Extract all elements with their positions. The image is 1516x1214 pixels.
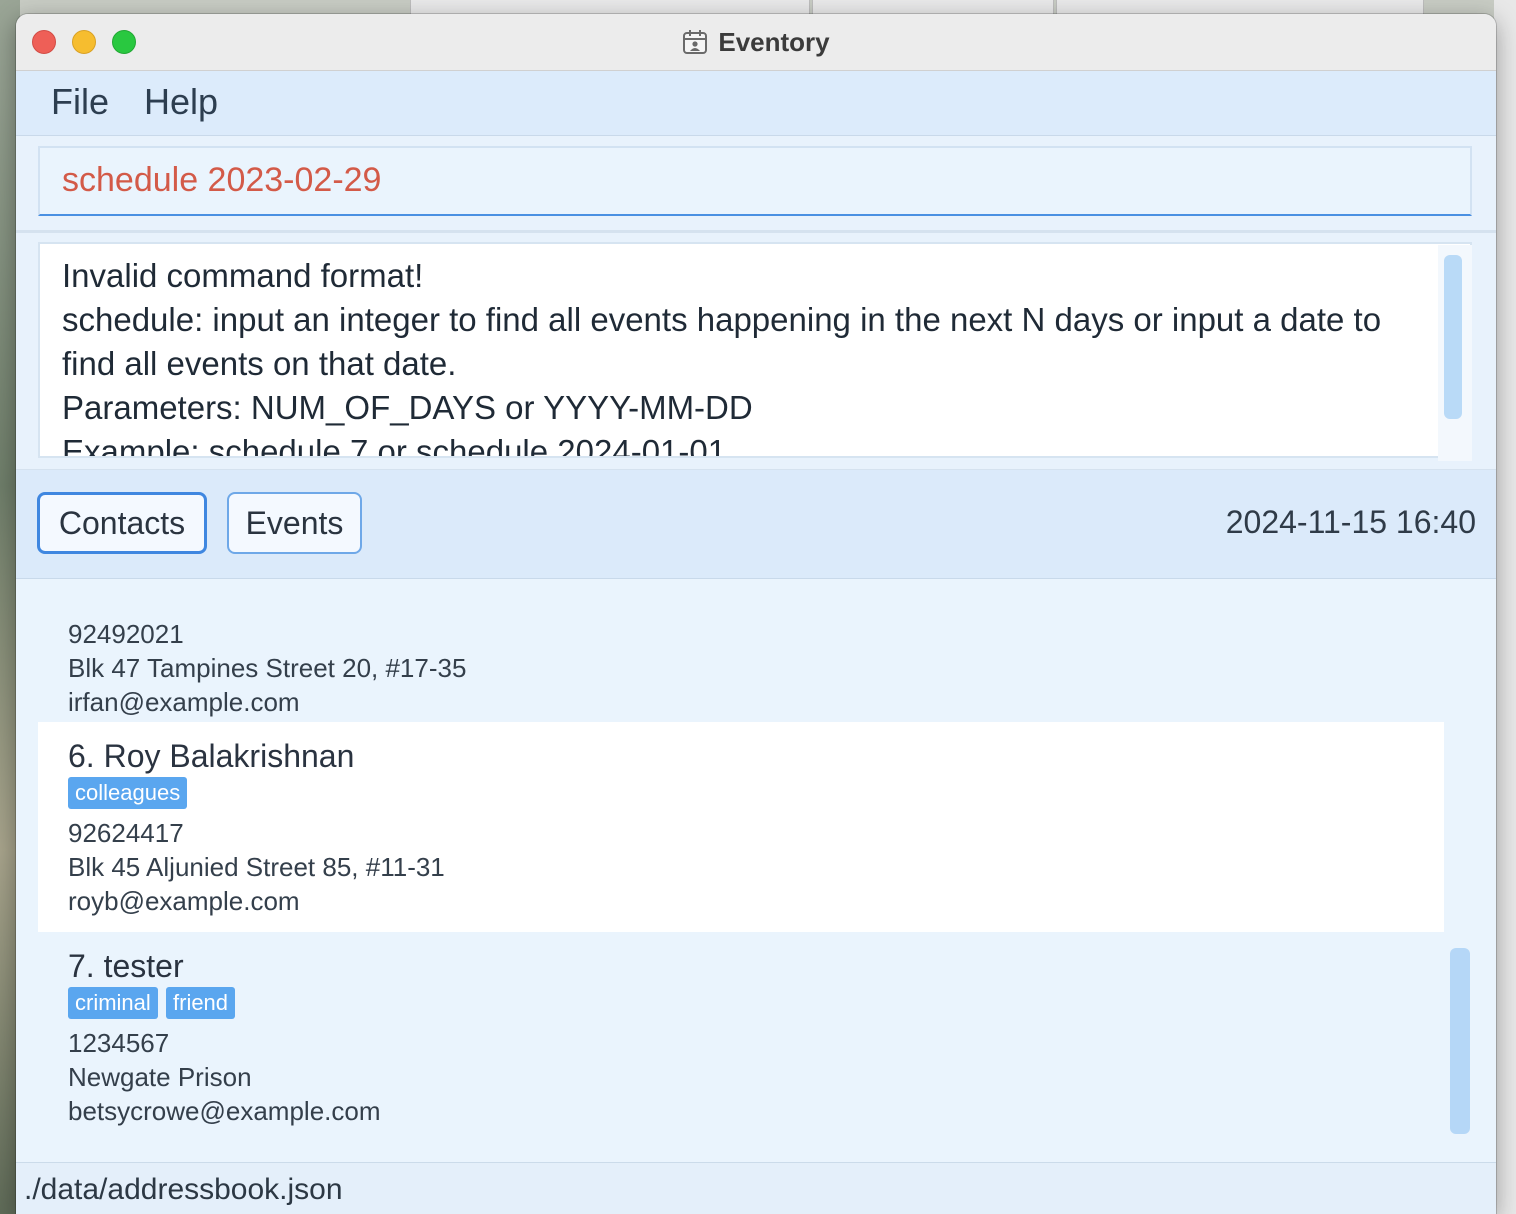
contact-phone: 92492021 [68,619,184,649]
background-window-tab [812,0,1054,15]
contact-email: betsycrowe@example.com [68,1096,381,1126]
contact-list-scrollbar[interactable] [1450,948,1470,1134]
contact-phone: 1234567 [68,1028,170,1058]
contact-name: 6. Roy Balakrishnan [68,738,355,774]
tab-contacts[interactable]: Contacts [37,492,207,554]
contact-address: Newgate Prison [68,1062,252,1092]
tab-events[interactable]: Events [227,492,362,554]
background-window-tab [1056,0,1424,15]
contact-card[interactable]: 92492021 Blk 47 Tampines Street 20, #17-… [38,579,1444,722]
current-datetime: 2024-11-15 16:40 [1225,504,1476,540]
result-line: Example: schedule 7 or schedule 2024-01-… [62,433,727,458]
result-line: schedule: input an integer to find all e… [62,301,1382,382]
app-window: Eventory File Help schedule 2023-02-29 I… [16,14,1496,1214]
menu-file[interactable]: File [51,81,109,123]
contact-tag: criminal [68,987,158,1019]
window-title: Eventory [718,26,830,57]
data-file-path: ./data/addressbook.json [24,1173,343,1206]
background-window-tab [410,0,810,15]
result-line: Invalid command format! [62,257,424,294]
contact-tag: friend [166,987,236,1019]
contact-address: Blk 47 Tampines Street 20, #17-35 [68,653,467,683]
calendar-icon [683,30,708,54]
contact-list: 92492021 Blk 47 Tampines Street 20, #17-… [16,579,1496,1162]
contact-card[interactable]: 7. tester criminal friend 1234567 Newgat… [38,932,1444,1142]
contact-card[interactable]: 6. Roy Balakrishnan colleagues 92624417 … [38,722,1444,932]
contact-name: 7. tester [68,948,184,984]
command-input[interactable]: schedule 2023-02-29 [38,146,1472,216]
desktop-background [1494,0,1516,1214]
view-tabs-bar: Contacts Events 2024-11-15 16:40 [16,470,1496,579]
contact-email: irfan@example.com [68,687,300,717]
status-bar: ./data/addressbook.json [16,1162,1496,1214]
command-input-value: schedule 2023-02-29 [62,161,382,199]
result-line: Parameters: NUM_OF_DAYS or YYYY-MM-DD [62,389,753,426]
menu-help[interactable]: Help [144,81,218,123]
contact-tag: colleagues [68,777,188,809]
menu-bar: File Help [16,71,1496,136]
contact-email: royb@example.com [68,886,300,916]
result-scrollbar[interactable] [1444,255,1462,419]
command-panel: schedule 2023-02-29 [16,136,1496,233]
contact-address: Blk 45 Aljunied Street 85, #11-31 [68,852,445,882]
result-display[interactable]: Invalid command format! schedule: input … [38,242,1472,458]
result-panel: Invalid command format! schedule: input … [16,233,1496,470]
contact-phone: 92624417 [68,818,184,848]
title-bar: Eventory [16,14,1496,71]
